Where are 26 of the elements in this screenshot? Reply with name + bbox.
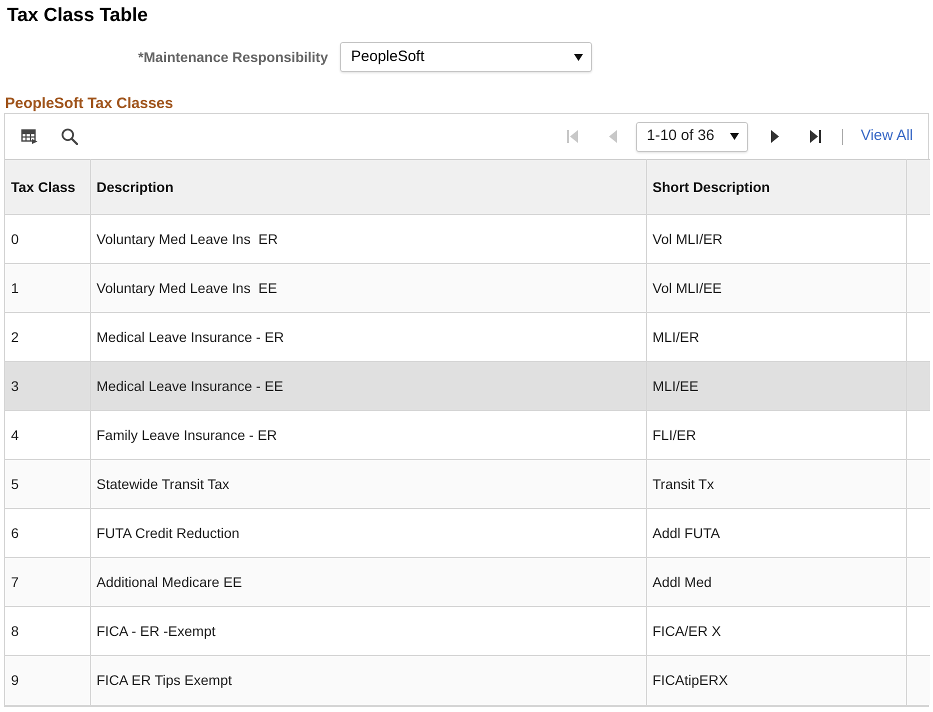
page-range-dropdown[interactable]: 1-10 of 36 [636,122,748,152]
view-all-link[interactable]: View All [860,125,913,148]
table-row[interactable]: 8 FICA - ER -Exempt FICA/ER X [5,606,930,656]
table-row[interactable]: 6 FUTA Credit Reduction Addl FUTA [5,508,930,558]
page-title: Tax Class Table [7,5,149,27]
caret-icon [730,133,739,140]
column-header[interactable]: Tax Class [5,160,90,214]
table-row[interactable]: 4 Family Leave Insurance - ER FLI/ER [5,410,930,460]
table-cell: 9 [5,656,90,704]
table-row[interactable]: 2 Medical Leave Insurance - ER MLI/ER [5,312,930,362]
column-header[interactable]: Short Description [646,160,906,214]
column-header[interactable]: Description [90,160,646,214]
table-row[interactable]: 9 FICA ER Tips Exempt FICAtipERX [5,656,930,704]
table-row[interactable]: 7 Additional Medicare EE Addl Med [5,558,930,606]
caret-icon [574,54,583,60]
section-title: PeopleSoft Tax Classes [5,95,174,113]
next-page-icon[interactable] [768,130,780,143]
table-icon[interactable] [21,128,38,145]
last-page-icon[interactable] [810,130,821,143]
table-row[interactable]: 0 Voluntary Med Leave Ins ER Vol MLI/ER [5,214,930,264]
field-label: *Maintenance Responsibility [137,48,329,67]
table-row[interactable]: 5 Statewide Transit Tax Transit Tx [5,460,930,508]
dropdown-field[interactable]: PeopleSoft [340,42,592,72]
search-icon[interactable] [61,128,78,145]
table-row[interactable]: 1 Voluntary Med Leave Ins EE Vol MLI/EE [5,264,930,312]
table-row[interactable]: 3 Medical Leave Insurance - EE MLI/EE [5,362,930,410]
